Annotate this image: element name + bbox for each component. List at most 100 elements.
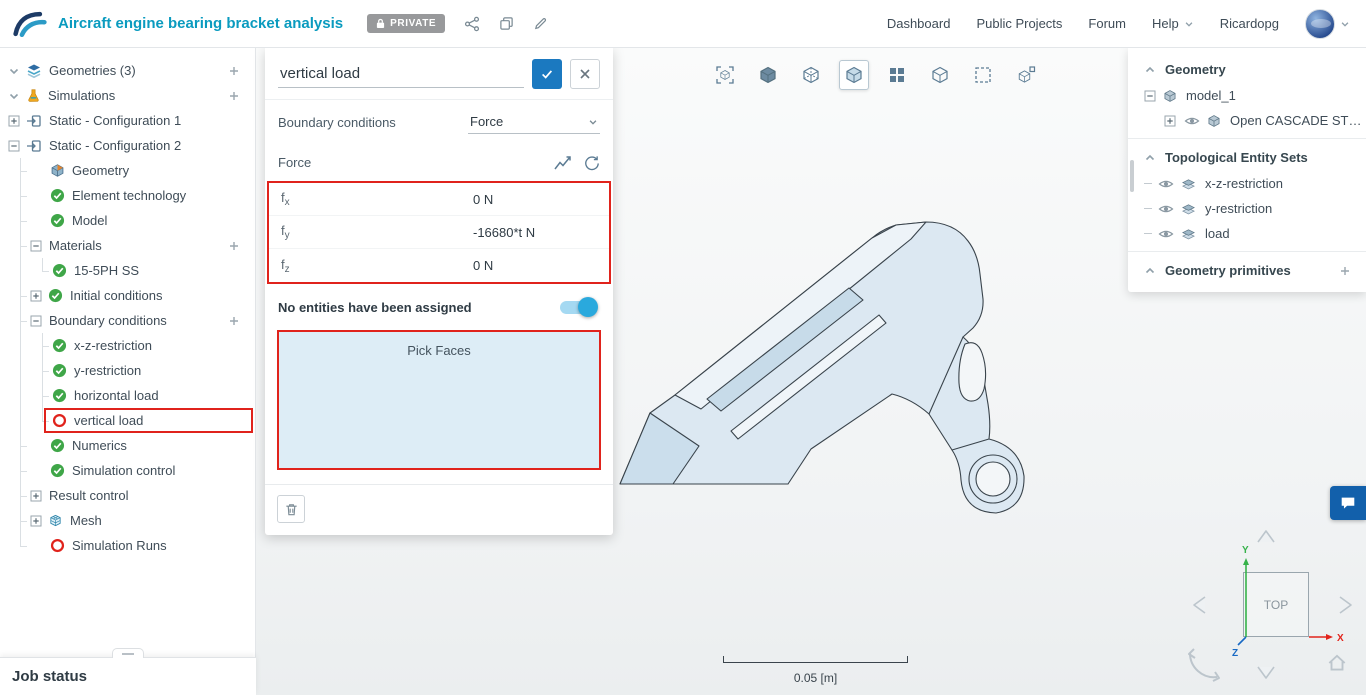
add-button[interactable] xyxy=(225,312,243,330)
shaded-edges-view-button[interactable] xyxy=(839,60,869,90)
tree-item-boundary-conditions[interactable]: Boundary conditions xyxy=(0,308,255,333)
tree-item-open-cascade-ste[interactable]: Open CASCADE STE... xyxy=(1128,108,1366,133)
eye-icon[interactable] xyxy=(1184,113,1200,129)
expander-plus-icon[interactable] xyxy=(30,515,42,527)
section-header-topological-entity-sets[interactable]: Topological Entity Sets xyxy=(1128,144,1366,171)
expander-minus-icon[interactable] xyxy=(8,140,20,152)
nav-help[interactable]: Help xyxy=(1152,16,1194,31)
rotate-view-button[interactable] xyxy=(1181,640,1227,691)
name-input[interactable] xyxy=(278,59,524,88)
tree-item-numerics[interactable]: Numerics xyxy=(0,433,255,458)
force-value-input[interactable]: 0 N xyxy=(473,258,493,273)
chevron-up-icon[interactable] xyxy=(1144,265,1156,277)
chevron-up-icon[interactable] xyxy=(1144,64,1156,76)
delete-button[interactable] xyxy=(277,495,305,523)
tree-item-simulation-runs[interactable]: Simulation Runs xyxy=(0,533,255,558)
tree-item-simulation-control[interactable]: Simulation control xyxy=(0,458,255,483)
eye-icon[interactable] xyxy=(1158,226,1174,242)
section-header-geometry-primitives[interactable]: Geometry primitives xyxy=(1128,257,1366,284)
chat-button[interactable] xyxy=(1330,486,1366,520)
tree-item-model-1[interactable]: model_1 xyxy=(1128,83,1366,108)
confirm-button[interactable] xyxy=(532,58,562,89)
username[interactable]: Ricardopg xyxy=(1220,16,1279,31)
explode-view-button[interactable] xyxy=(1011,60,1041,90)
tree-item-y-restriction[interactable]: y-restriction xyxy=(0,358,255,383)
tree-item-label: Geometry xyxy=(72,163,130,178)
force-value-input[interactable]: 0 N xyxy=(473,192,493,207)
tree-item-materials[interactable]: Materials xyxy=(0,233,255,258)
chevron-down-icon xyxy=(1341,21,1349,27)
add-button[interactable] xyxy=(225,87,243,105)
chevron-down-icon[interactable] xyxy=(8,90,20,102)
tree-guide xyxy=(20,258,21,283)
rotate-right-button[interactable] xyxy=(1334,592,1356,618)
tree-item-model[interactable]: Model xyxy=(0,208,255,233)
tree-item-element-technology[interactable]: Element technology xyxy=(0,183,255,208)
hidden-line-view-button[interactable] xyxy=(796,60,826,90)
type-value: Force xyxy=(470,114,504,129)
tree-item-static-configuration-2[interactable]: Static - Configuration 2 xyxy=(0,133,255,158)
tree-item-load[interactable]: load xyxy=(1128,221,1366,246)
pick-faces-dropzone[interactable]: Pick Faces xyxy=(277,330,601,470)
nav-forum[interactable]: Forum xyxy=(1088,16,1126,31)
home-view-button[interactable] xyxy=(1326,652,1348,679)
add-button[interactable] xyxy=(225,62,243,80)
rotate-up-button[interactable] xyxy=(1253,526,1279,548)
fit-view-button[interactable] xyxy=(710,60,740,90)
rotate-down-button[interactable] xyxy=(1253,661,1279,683)
tree-item-label: Simulations xyxy=(48,88,116,103)
eye-icon[interactable] xyxy=(1158,176,1174,192)
expander-plus-icon[interactable] xyxy=(1164,115,1176,127)
expander-minus-icon[interactable] xyxy=(1144,90,1156,102)
expander-minus-icon[interactable] xyxy=(30,315,42,327)
view-cube[interactable]: TOP xyxy=(1243,572,1309,637)
chevron-up-icon[interactable] xyxy=(1144,152,1156,164)
job-status-tab-handle[interactable] xyxy=(112,648,144,658)
duplicate-button[interactable] xyxy=(493,11,519,37)
tree-item-initial-conditions[interactable]: Initial conditions xyxy=(0,283,255,308)
expander-plus-icon[interactable] xyxy=(30,290,42,302)
plot-formula-button[interactable] xyxy=(554,155,572,170)
split-view-button[interactable] xyxy=(882,60,912,90)
add-button[interactable] xyxy=(225,237,243,255)
tree-item-x-z-restriction[interactable]: x-z-restriction xyxy=(0,333,255,358)
share-button[interactable] xyxy=(459,11,485,37)
add-button[interactable] xyxy=(1336,262,1354,280)
perspective-view-button[interactable] xyxy=(925,60,955,90)
tree-item-horizontal-load[interactable]: horizontal load xyxy=(0,383,255,408)
eye-icon[interactable] xyxy=(1158,201,1174,217)
item-label: load xyxy=(1205,226,1230,241)
reset-button[interactable] xyxy=(584,155,600,171)
tree-item-mesh[interactable]: Mesh xyxy=(0,508,255,533)
assignment-toggle[interactable] xyxy=(560,296,598,317)
tree-item-simulations[interactable]: Simulations xyxy=(0,83,255,108)
section-header-geometry[interactable]: Geometry xyxy=(1128,56,1366,83)
tree-item-result-control[interactable]: Result control xyxy=(0,483,255,508)
tree-item-vertical-load[interactable]: vertical load xyxy=(0,408,255,433)
tree-item-15-5ph-ss[interactable]: 15-5PH SS xyxy=(0,258,255,283)
model-bracket[interactable] xyxy=(611,203,1051,533)
job-status-bar[interactable]: Job status xyxy=(0,648,256,695)
nav-dashboard[interactable]: Dashboard xyxy=(887,16,951,31)
app-logo[interactable]: Aircraft engine bearing bracket analysis xyxy=(0,10,343,38)
scrollbar[interactable] xyxy=(1130,160,1134,192)
chevron-down-icon[interactable] xyxy=(8,65,20,77)
tree-item-static-configuration-1[interactable]: Static - Configuration 1 xyxy=(0,108,255,133)
rotate-left-button[interactable] xyxy=(1189,592,1211,618)
tree-item-geometry[interactable]: Geometry xyxy=(0,158,255,183)
user-menu[interactable] xyxy=(1305,8,1350,39)
boundary-condition-type-select[interactable]: Force xyxy=(468,110,600,134)
expander-plus-icon[interactable] xyxy=(30,490,42,502)
edit-button[interactable] xyxy=(527,11,553,37)
tree-item-x-z-restriction[interactable]: x-z-restriction xyxy=(1128,171,1366,196)
box-select-button[interactable] xyxy=(968,60,998,90)
shaded-view-button[interactable] xyxy=(753,60,783,90)
force-value-input[interactable]: -16680*t N xyxy=(473,225,535,240)
expander-plus-icon[interactable] xyxy=(8,115,20,127)
nav-public-projects[interactable]: Public Projects xyxy=(976,16,1062,31)
force-values-highlight-box: fx 0 N fy -16680*t N fz 0 N xyxy=(267,181,611,284)
tree-item-y-restriction[interactable]: y-restriction xyxy=(1128,196,1366,221)
tree-item-geometries-3[interactable]: Geometries (3) xyxy=(0,58,255,83)
close-button[interactable] xyxy=(570,58,600,89)
expander-minus-icon[interactable] xyxy=(30,240,42,252)
